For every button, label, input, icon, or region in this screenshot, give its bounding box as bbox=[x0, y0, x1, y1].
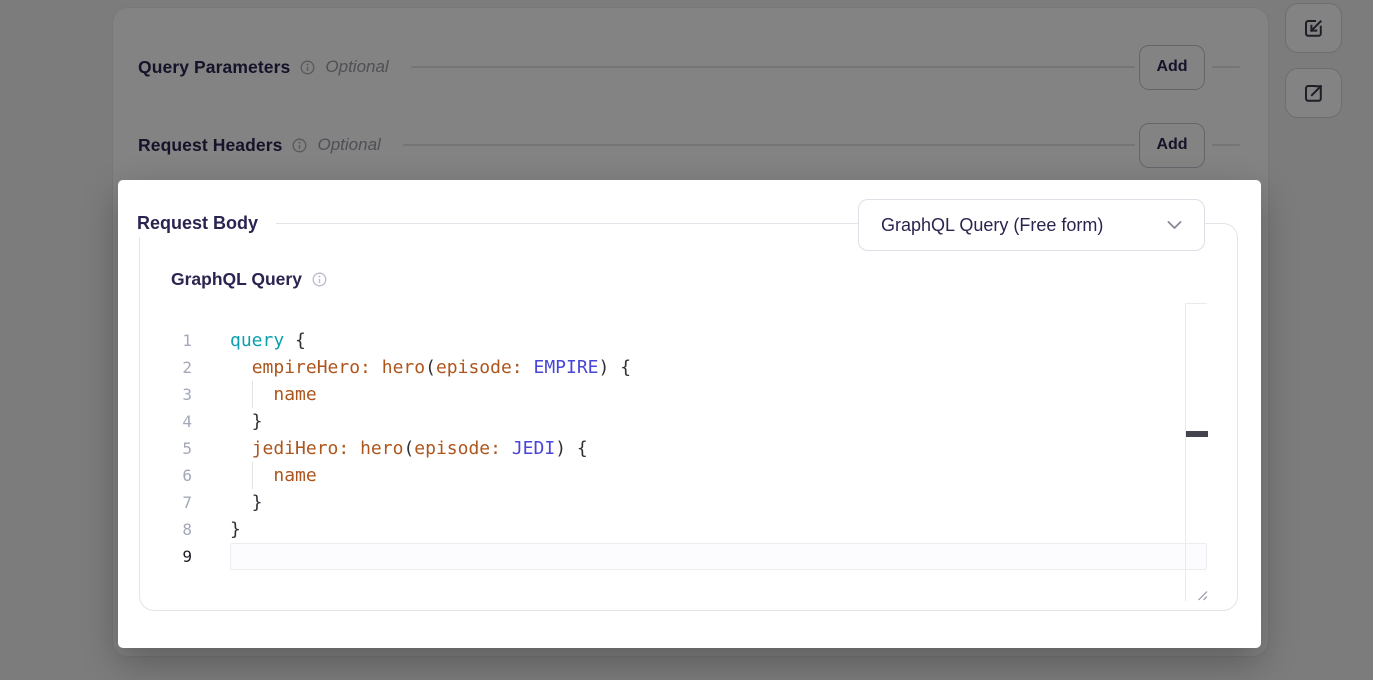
line-number: 9 bbox=[160, 543, 192, 570]
code-line-text: jediHero: hero(episode: JEDI) { bbox=[230, 435, 1207, 462]
code-line: 3 name bbox=[160, 381, 1207, 408]
code-lines: 1query {2 empireHero: hero(episode: EMPI… bbox=[160, 303, 1207, 570]
request-body-panel: Request Body GraphQL Query (Free form) G… bbox=[118, 180, 1261, 648]
line-number: 3 bbox=[160, 381, 192, 408]
code-line-text: } bbox=[230, 408, 1207, 435]
code-line-text: name bbox=[230, 462, 1207, 489]
chevron-down-icon bbox=[1167, 220, 1182, 230]
graphql-query-label-row: GraphQL Query bbox=[171, 269, 327, 290]
graphql-query-label: GraphQL Query bbox=[171, 269, 302, 290]
line-number: 7 bbox=[160, 489, 192, 516]
code-line: 9 bbox=[160, 543, 1207, 570]
code-line: 1 query { bbox=[160, 327, 1207, 354]
code-line-text: } bbox=[230, 516, 1207, 543]
code-line-text: empireHero: hero(episode: EMPIRE) { bbox=[230, 354, 1207, 381]
info-icon[interactable] bbox=[312, 272, 327, 287]
app-root: Query Parameters Optional Add Request He… bbox=[0, 0, 1373, 680]
line-number: 2 bbox=[160, 354, 192, 381]
code-line-text: name bbox=[230, 381, 1207, 408]
line-number: 6 bbox=[160, 462, 192, 489]
resize-handle-icon[interactable] bbox=[1195, 588, 1208, 601]
code-line-text: query { bbox=[230, 327, 1207, 354]
line-number: 1 bbox=[160, 327, 192, 354]
body-type-selected-value: GraphQL Query (Free form) bbox=[881, 215, 1167, 236]
code-line-text bbox=[230, 543, 1207, 570]
graphql-code-editor[interactable]: 1query {2 empireHero: hero(episode: EMPI… bbox=[160, 303, 1207, 601]
code-line: 6 name bbox=[160, 462, 1207, 489]
request-body-title: Request Body bbox=[137, 209, 276, 237]
line-number: 4 bbox=[160, 408, 192, 435]
code-line: 4 } bbox=[160, 408, 1207, 435]
indent-guide bbox=[252, 381, 253, 408]
code-line: 7 } bbox=[160, 489, 1207, 516]
code-line: 2 empireHero: hero(episode: EMPIRE) { bbox=[160, 354, 1207, 381]
indent-guide bbox=[252, 462, 253, 489]
body-type-select[interactable]: GraphQL Query (Free form) bbox=[858, 199, 1205, 251]
line-number: 8 bbox=[160, 516, 192, 543]
editor-scrollbar-track bbox=[1185, 303, 1207, 601]
code-line-text: } bbox=[230, 489, 1207, 516]
code-line: 8} bbox=[160, 516, 1207, 543]
code-line: 5 jediHero: hero(episode: JEDI) { bbox=[160, 435, 1207, 462]
line-number: 5 bbox=[160, 435, 192, 462]
scrollbar-thumb[interactable] bbox=[1186, 431, 1208, 437]
